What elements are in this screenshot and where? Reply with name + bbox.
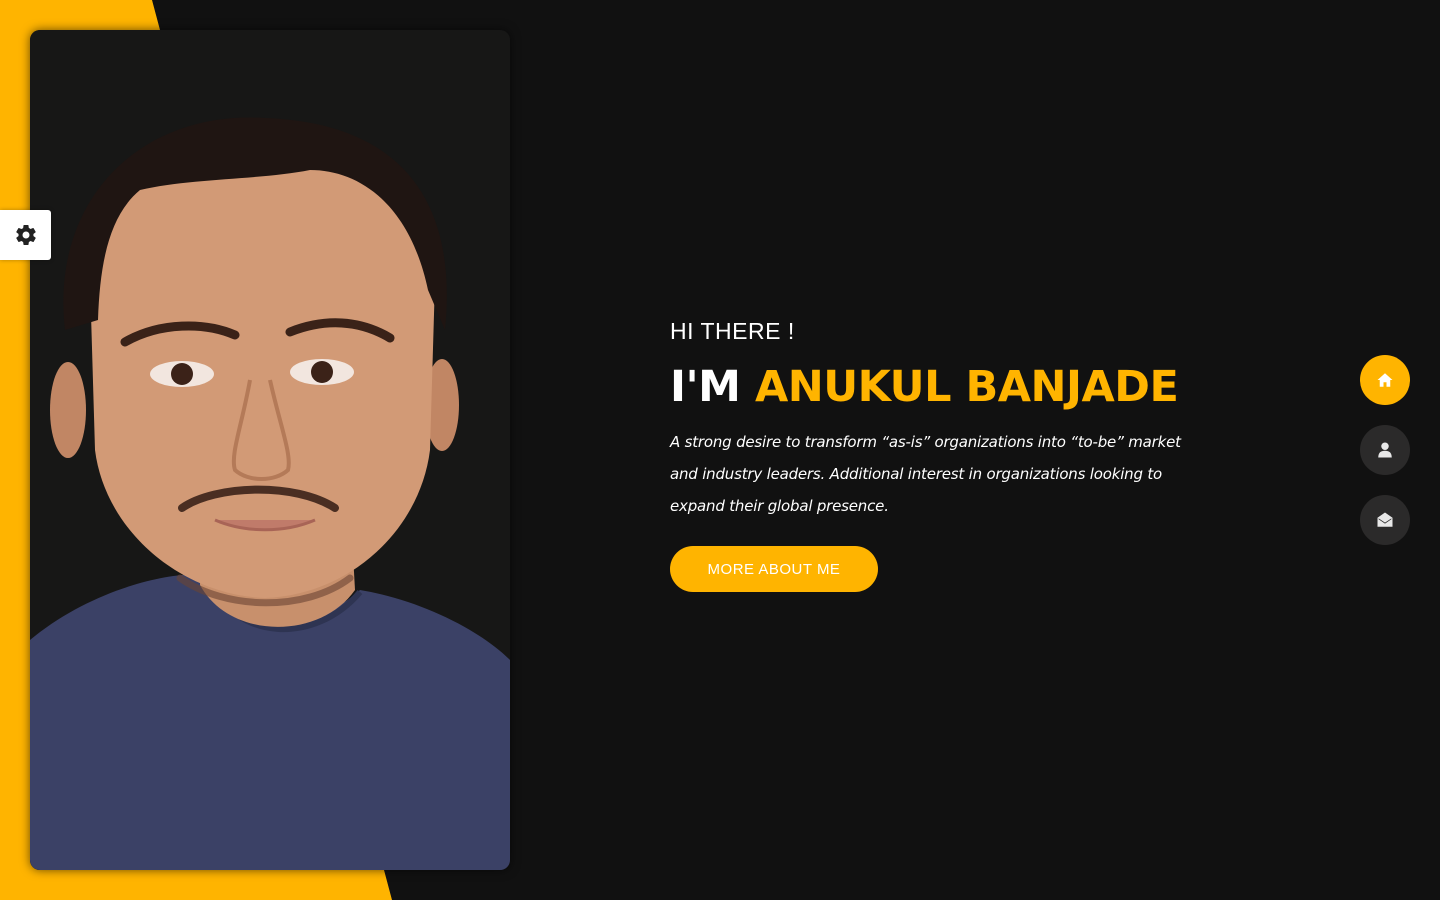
home-page: HI THERE ! I'M ANUKUL BANJADE A strong d…: [0, 0, 1440, 900]
headline-prefix: I'M: [670, 362, 755, 412]
home-icon: [1377, 373, 1393, 387]
portrait-illustration: [30, 30, 510, 870]
envelope-open-icon: [1377, 512, 1393, 527]
side-navigation: [1360, 355, 1410, 565]
headline-name: ANUKUL BANJADE: [754, 362, 1179, 412]
more-about-me-button[interactable]: MORE ABOUT ME: [670, 546, 878, 592]
profile-photo: [30, 30, 510, 870]
bio-text: A strong desire to transform “as-is” org…: [670, 433, 1181, 515]
hero-content: HI THERE ! I'M ANUKUL BANJADE A strong d…: [670, 312, 1230, 592]
settings-toggle-button[interactable]: [0, 210, 51, 260]
nav-contact-button[interactable]: [1360, 495, 1410, 545]
nav-about-button[interactable]: [1360, 425, 1410, 475]
user-icon: [1378, 442, 1392, 458]
nav-home-button[interactable]: [1360, 355, 1410, 405]
hero-headline: I'M ANUKUL BANJADE: [670, 358, 1230, 416]
greeting-text: HI THERE !: [670, 318, 795, 344]
gear-icon: [15, 225, 36, 246]
